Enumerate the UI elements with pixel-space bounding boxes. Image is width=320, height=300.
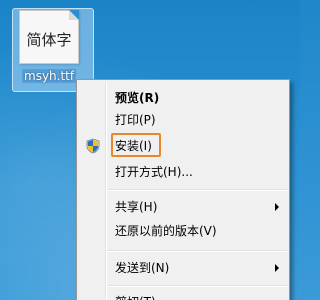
menu-separator [107,285,287,287]
menu-item-install[interactable]: 安装(I) [79,133,287,157]
menu-item-cut[interactable]: 剪切(T) [79,291,287,300]
font-preview-text: 简体字 [26,31,72,49]
page-fold-corner [69,10,79,20]
submenu-arrow-icon [275,264,279,272]
font-file-icon[interactable]: 简体字 [19,10,79,64]
menu-separator [107,189,287,191]
menu-separator [107,250,287,252]
menu-item-restore-versions[interactable]: 还原以前的版本(V) [79,220,287,242]
highlight-box [111,133,161,157]
menu-item-label: 预览(R) [115,91,160,105]
file-name-label[interactable]: msyh.ttf [22,69,77,83]
menu-item-preview[interactable]: 预览(R) [79,87,287,109]
menu-item-print[interactable]: 打印(P) [79,109,287,131]
submenu-arrow-icon [275,203,279,211]
context-menu: 预览(R) 打印(P) 安装(I) 打开方式(H)... 共享(H) 还原以前的… [76,79,290,300]
menu-item-label: 共享(H) [115,200,158,214]
menu-item-label: 发送到(N) [115,261,170,275]
menu-item-label: 打印(P) [115,113,156,127]
menu-item-label: 剪切(T) [115,291,156,300]
menu-item-share[interactable]: 共享(H) [79,196,287,218]
menu-item-open-with[interactable]: 打开方式(H)... [79,161,287,183]
menu-item-send-to[interactable]: 发送到(N) [79,257,287,279]
menu-item-label: 打开方式(H)... [115,165,193,179]
menu-item-label: 还原以前的版本(V) [115,224,217,238]
shield-icon [86,138,100,154]
